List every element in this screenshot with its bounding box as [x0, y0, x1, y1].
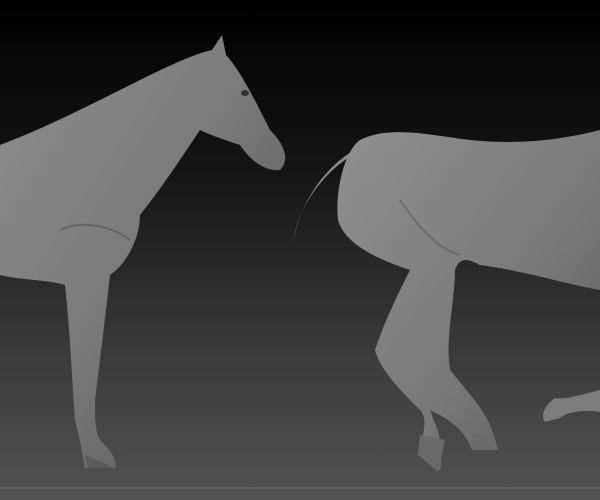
horse-render: [0, 0, 600, 500]
render-viewport: [0, 0, 600, 500]
